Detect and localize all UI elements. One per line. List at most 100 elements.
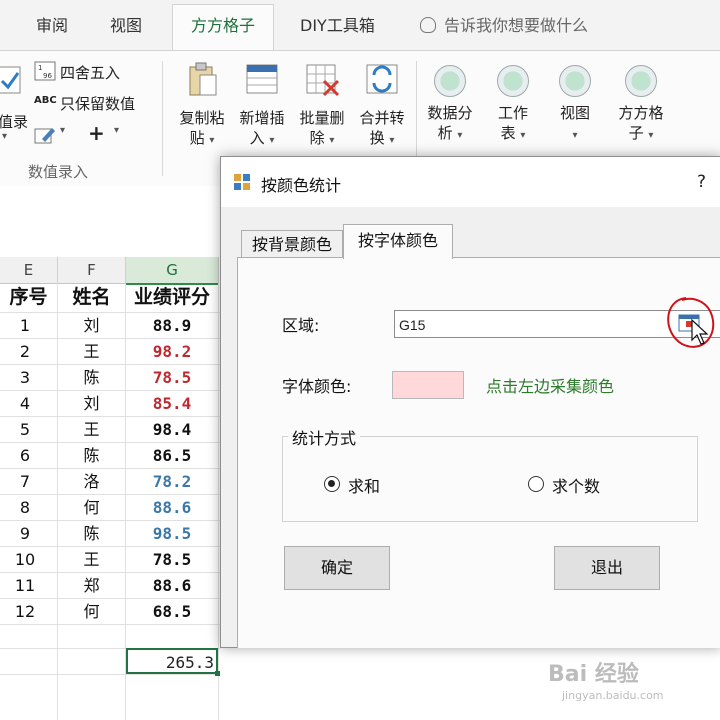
batch-delete-button[interactable]: 批量删 除 ▾ (294, 61, 350, 151)
column-header-g[interactable]: G (126, 257, 219, 285)
score-cell[interactable]: 78.5 (126, 365, 218, 390)
name-cell[interactable]: 何 (58, 599, 125, 624)
name-cell[interactable]: 何 (58, 495, 125, 520)
grid-line (0, 624, 220, 625)
insert-new-button[interactable]: 新增插 入 ▾ (234, 61, 290, 151)
chevron-down-icon: ▾ (2, 131, 8, 142)
keep-values-button[interactable]: 只保留数值 (60, 93, 135, 114)
column-header-f[interactable]: F (58, 257, 126, 284)
row-number-cell[interactable]: 12 (0, 599, 50, 624)
score-cell[interactable]: 98.4 (126, 417, 218, 442)
watermark-url: jingyan.baidu.com (562, 689, 664, 702)
edit-icon[interactable] (34, 125, 56, 145)
header-cell-no[interactable]: 序号 (0, 285, 57, 310)
tab-review[interactable]: 审阅 (36, 12, 68, 36)
score-cell[interactable]: 88.9 (126, 313, 218, 338)
fangfanggezi-button[interactable]: 方方格 子 ▾ (612, 65, 670, 146)
clipboard-icon (189, 62, 217, 96)
name-cell[interactable]: 陈 (58, 365, 125, 390)
score-cell[interactable]: 88.6 (126, 495, 218, 520)
score-cell[interactable]: 86.5 (126, 443, 218, 468)
tell-me-box[interactable]: 告诉我你想要做什么 (420, 12, 588, 36)
row-number-cell[interactable]: 9 (0, 521, 50, 546)
svg-text:1: 1 (38, 64, 42, 72)
score-cell[interactable]: 68.5 (126, 599, 218, 624)
app-icon (234, 174, 250, 190)
chevron-down-icon: ▾ (114, 125, 120, 136)
worksheet-button[interactable]: 工作 表 ▾ (486, 65, 540, 146)
name-cell[interactable]: 陈 (58, 521, 125, 546)
help-button[interactable]: ? (697, 172, 706, 192)
font-color-swatch[interactable] (392, 371, 464, 399)
tab-view[interactable]: 视图 (110, 12, 142, 36)
delete-grid-icon (306, 64, 340, 97)
header-cell-score[interactable]: 业绩评分 (126, 285, 218, 310)
ok-button[interactable]: 确定 (284, 546, 390, 590)
radio-count-label[interactable]: 求个数 (552, 473, 600, 497)
range-label: 区域: (282, 316, 320, 335)
name-cell[interactable]: 王 (58, 339, 125, 364)
lightbulb-icon (420, 17, 436, 33)
round-button[interactable]: 四舍五入 (60, 62, 120, 83)
view-icon (559, 65, 591, 97)
watermark-logo: Bai 经验 (548, 662, 639, 687)
stat-method-label: 统计方式 (288, 425, 361, 449)
column-header-e[interactable]: E (0, 257, 58, 284)
row-number-cell[interactable]: 2 (0, 339, 50, 364)
fill-handle[interactable] (215, 671, 220, 676)
check-entry-icon (0, 66, 21, 94)
score-cell[interactable]: 98.2 (126, 339, 218, 364)
radio-count[interactable] (528, 476, 544, 492)
score-cell[interactable]: 98.5 (126, 521, 218, 546)
merge-convert-icon (366, 64, 398, 94)
insert-rows-icon (246, 64, 278, 94)
tab-by-font-color[interactable]: 按字体颜色 (343, 224, 453, 259)
plus-icon[interactable]: + (88, 121, 105, 145)
row-number-cell[interactable]: 11 (0, 573, 50, 598)
tab-diy-toolbox[interactable]: DIY工具箱 (300, 12, 375, 36)
name-cell[interactable]: 刘 (58, 313, 125, 338)
tell-me-text: 告诉我你想要做什么 (444, 16, 589, 35)
merge-convert-button[interactable]: 合并转 换 ▾ (354, 61, 410, 151)
abc-icon: ABC (34, 95, 57, 106)
tab-fangfanggezi[interactable]: 方方格子 (172, 4, 274, 51)
group-caption-value-entry: 数值录入 (28, 163, 89, 181)
name-cell[interactable]: 王 (58, 547, 125, 572)
row-number-cell[interactable]: 8 (0, 495, 50, 520)
color-stat-dialog: 按颜色统计 ? 按背景颜色 按字体颜色 区域: G15 字体颜色: 点击左边采集… (220, 156, 720, 648)
row-number-cell[interactable]: 6 (0, 443, 50, 468)
copy-paste-button[interactable]: 复制粘 贴 ▾ (174, 61, 230, 151)
grid-line (218, 283, 219, 720)
row-number-cell[interactable]: 3 (0, 365, 50, 390)
header-cell-name[interactable]: 姓名 (58, 285, 125, 310)
tab-panel-font-color: 区域: G15 字体颜色: 点击左边采集颜色 统计方式 求和 求个数 确定 退出 (237, 257, 720, 648)
sum-result-cell[interactable]: 265.3 (126, 648, 218, 674)
score-cell[interactable]: 88.6 (126, 573, 218, 598)
score-cell[interactable]: 85.4 (126, 391, 218, 416)
row-number-cell[interactable]: 1 (0, 313, 50, 338)
score-cell[interactable]: 78.2 (126, 469, 218, 494)
data-analysis-button[interactable]: 数据分 析 ▾ (420, 65, 480, 146)
score-cell[interactable]: 78.5 (126, 547, 218, 572)
row-number-cell[interactable]: 7 (0, 469, 50, 494)
group-separator (162, 61, 163, 176)
name-cell[interactable]: 郑 (58, 573, 125, 598)
collect-color-hint: 点击左边采集颜色 (486, 377, 615, 396)
exit-button[interactable]: 退出 (554, 546, 660, 590)
row-number-cell[interactable]: 4 (0, 391, 50, 416)
tab-by-background-color[interactable]: 按背景颜色 (241, 230, 343, 259)
name-cell[interactable]: 刘 (58, 391, 125, 416)
name-cell[interactable]: 陈 (58, 443, 125, 468)
row-number-cell[interactable]: 5 (0, 417, 50, 442)
view-button[interactable]: 视图 ▾ (548, 65, 602, 146)
fangfanggezi-icon (625, 65, 657, 97)
value-entry-button[interactable]: 值录 (0, 111, 28, 132)
name-cell[interactable]: 洛 (58, 469, 125, 494)
radio-sum[interactable] (324, 476, 340, 492)
mouse-cursor-icon (691, 318, 709, 345)
radio-sum-label[interactable]: 求和 (348, 473, 380, 497)
name-cell[interactable]: 王 (58, 417, 125, 442)
row-number-cell[interactable]: 10 (0, 547, 50, 572)
dialog-titlebar[interactable]: 按颜色统计 ? (221, 157, 720, 207)
chevron-down-icon: ▾ (60, 125, 66, 136)
